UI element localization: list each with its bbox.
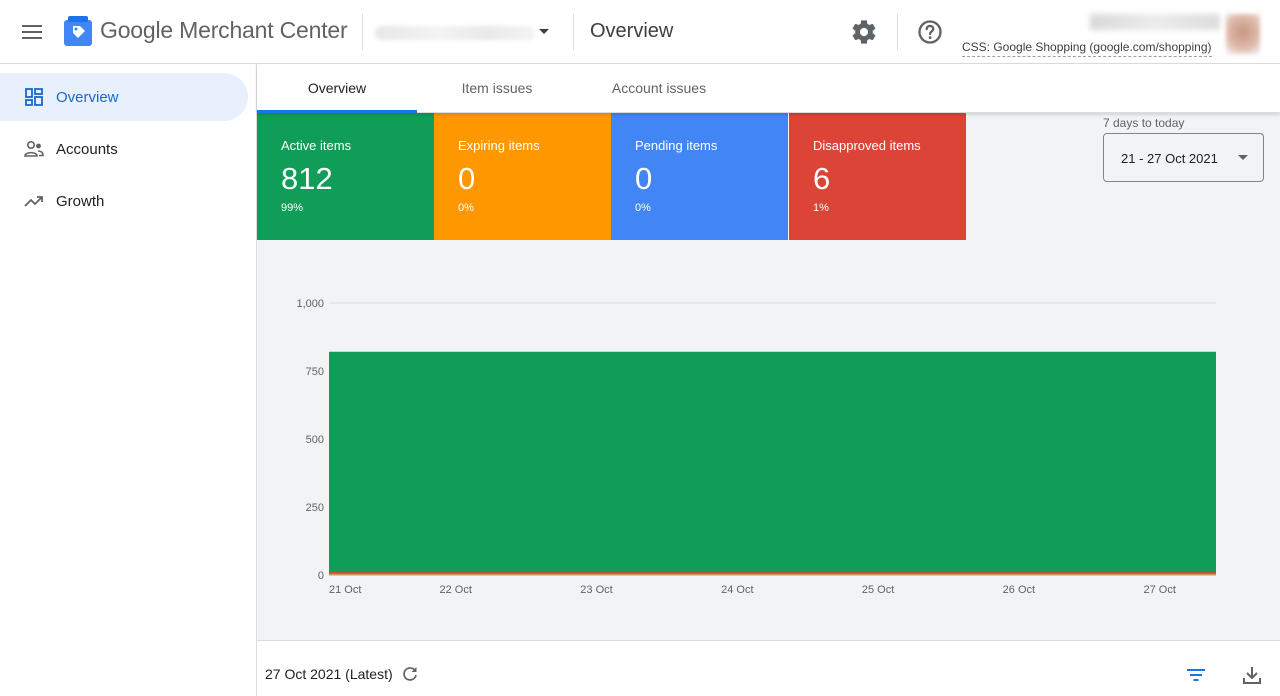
expiring-items-card[interactable]: Expiring items 0 0% bbox=[434, 113, 611, 240]
tab-overview[interactable]: Overview bbox=[257, 64, 417, 113]
card-percent: 99% bbox=[281, 202, 304, 214]
divider bbox=[573, 14, 574, 50]
top-app-bar: Google Merchant Center Overview CSS: Goo… bbox=[0, 0, 1280, 64]
y-tick-label: 750 bbox=[306, 366, 324, 378]
page-title: Overview bbox=[590, 20, 674, 42]
tab-label: Overview bbox=[307, 80, 367, 96]
tab-label: Item issues bbox=[461, 80, 533, 96]
y-tick-label: 1,000 bbox=[296, 298, 324, 310]
card-label: Active items bbox=[281, 138, 352, 153]
dashboard-icon bbox=[24, 87, 44, 107]
refresh-icon[interactable] bbox=[401, 665, 419, 683]
menu-icon bbox=[22, 25, 42, 39]
card-value: 0 bbox=[635, 161, 653, 196]
card-percent: 1% bbox=[813, 202, 829, 214]
date-range-select[interactable]: 21 - 27 Oct 2021 bbox=[1103, 133, 1264, 182]
css-link[interactable]: CSS: Google Shopping (google.com/shoppin… bbox=[962, 40, 1212, 57]
overview-panel: Active items 812 99% Expiring items 0 0%… bbox=[257, 113, 1280, 640]
sidebar-item-label: Accounts bbox=[56, 140, 118, 158]
date-range-value: 21 - 27 Oct 2021 bbox=[1121, 151, 1218, 166]
accounts-icon bbox=[24, 139, 44, 159]
x-tick-label: 23 Oct bbox=[580, 584, 612, 596]
chevron-down-icon bbox=[539, 29, 549, 34]
card-percent: 0% bbox=[635, 202, 651, 214]
tab-item-issues[interactable]: Item issues bbox=[417, 64, 577, 112]
sidebar-item-overview[interactable]: Overview bbox=[0, 73, 248, 121]
gear-icon[interactable] bbox=[850, 18, 878, 46]
date-range-caption: 7 days to today bbox=[1103, 116, 1185, 130]
trending-up-icon bbox=[24, 191, 44, 211]
y-tick-label: 500 bbox=[306, 434, 324, 446]
y-tick-label: 0 bbox=[318, 570, 324, 582]
x-tick-label: 21 Oct bbox=[329, 584, 361, 596]
card-label: Disapproved items bbox=[813, 138, 921, 153]
menu-button[interactable] bbox=[14, 14, 50, 50]
divider bbox=[897, 14, 898, 50]
x-tick-label: 22 Oct bbox=[440, 584, 472, 596]
download-icon[interactable] bbox=[1240, 663, 1264, 687]
card-label: Expiring items bbox=[458, 138, 540, 153]
status-bar: 27 Oct 2021 (Latest) bbox=[257, 640, 1280, 696]
x-tick-label: 24 Oct bbox=[721, 584, 753, 596]
help-icon[interactable] bbox=[916, 18, 944, 46]
sidebar-item-label: Growth bbox=[56, 192, 105, 210]
x-tick-label: 27 Oct bbox=[1143, 584, 1175, 596]
sidebar-item-accounts[interactable]: Accounts bbox=[0, 125, 248, 173]
latest-date: 27 Oct 2021 (Latest) bbox=[265, 666, 393, 682]
x-tick-label: 26 Oct bbox=[1003, 584, 1035, 596]
sidebar-item-label: Overview bbox=[56, 88, 119, 106]
card-value: 6 bbox=[813, 161, 831, 196]
active-items-card[interactable]: Active items 812 99% bbox=[257, 113, 434, 240]
items-area-chart: 0 250 500 750 1,000 21 Oct 22 Oct 23 Oct 24 Oct 2… bbox=[296, 298, 1216, 596]
merchant-center-logo-icon bbox=[64, 16, 92, 46]
active-items-area bbox=[329, 351, 1216, 575]
card-label: Pending items bbox=[635, 138, 718, 153]
card-value: 812 bbox=[281, 161, 333, 196]
card-percent: 0% bbox=[458, 202, 474, 214]
tab-label: Account issues bbox=[611, 80, 707, 96]
pending-items-card[interactable]: Pending items 0 0% bbox=[611, 113, 788, 240]
y-tick-label: 250 bbox=[306, 502, 324, 514]
avatar[interactable] bbox=[1226, 14, 1260, 54]
app-name: Google Merchant Center bbox=[100, 17, 348, 43]
card-value: 0 bbox=[458, 161, 476, 196]
chevron-down-icon bbox=[1238, 155, 1248, 160]
sidebar-item-growth[interactable]: Growth bbox=[0, 177, 248, 225]
x-tick-label: 25 Oct bbox=[862, 584, 894, 596]
sidebar: Overview Accounts Growth bbox=[0, 64, 257, 696]
filter-icon[interactable] bbox=[1184, 663, 1208, 687]
tab-bar: Overview Item issues Account issues bbox=[257, 64, 1280, 113]
tab-account-issues[interactable]: Account issues bbox=[577, 64, 741, 112]
account-selector[interactable] bbox=[362, 14, 562, 50]
disapproved-items-card[interactable]: Disapproved items 6 1% bbox=[789, 113, 966, 240]
account-name-blurred bbox=[375, 26, 535, 40]
user-email-blurred bbox=[1090, 14, 1220, 30]
